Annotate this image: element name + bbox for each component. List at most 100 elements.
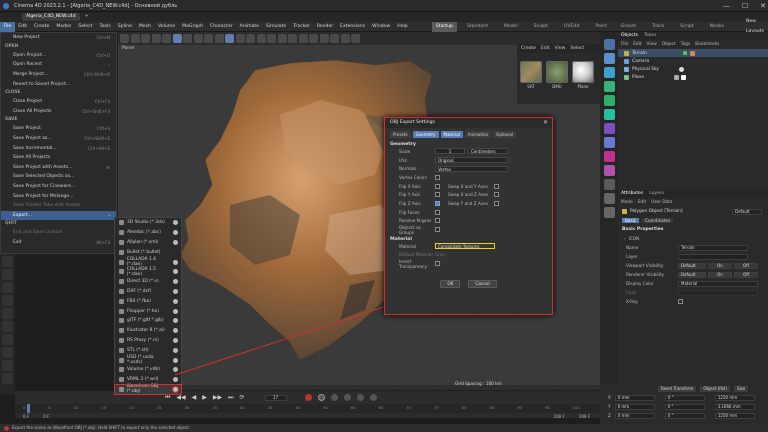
menu-item-exit[interactable]: Exit Alt+F4 (1, 238, 116, 248)
subtab-basic[interactable]: Basic (622, 218, 640, 223)
material-dropdown[interactable]: Consolidate Textures (435, 243, 495, 250)
new-tab-button[interactable]: + (81, 13, 93, 21)
material-menu-edit[interactable]: Edit (541, 46, 550, 51)
brush-icon[interactable] (2, 321, 13, 332)
menu-item-close-project[interactable]: Close Project Ctrl+F4 (1, 97, 116, 107)
menu-item-new-project[interactable]: New Project Ctrl+N (1, 33, 116, 43)
camera-icon[interactable] (340, 34, 350, 43)
scene-icon[interactable] (603, 179, 615, 190)
layer-field[interactable] (678, 253, 748, 260)
menu-item-close-all[interactable]: Close All Projects Ctrl+Shift+F4 (1, 107, 116, 117)
menu-character[interactable]: Character (206, 22, 236, 32)
menu-item-open-project[interactable]: Open Project... Ctrl+O (1, 51, 116, 61)
subdivision-icon[interactable] (298, 34, 308, 43)
material-thumb-sat[interactable] (520, 61, 542, 83)
timeline-current-field[interactable]: 0 F (43, 414, 49, 419)
tab-objects[interactable]: Objects (621, 32, 638, 40)
menu-item-save-melange[interactable]: Save Project for Melange... (1, 191, 116, 201)
menu-item-revert[interactable]: Revert to Saved Project... (1, 79, 116, 89)
maximize-button[interactable]: ☐ (742, 2, 748, 10)
attr-menu-userdata[interactable]: User Data (651, 200, 672, 205)
scale-unit-dropdown[interactable]: Centimeters (468, 148, 508, 155)
key-position-icon[interactable] (343, 394, 351, 401)
menu-select[interactable]: Select (75, 22, 96, 32)
groups-checkbox[interactable] (435, 227, 440, 233)
layout-sculpt[interactable]: Sculpt (530, 22, 552, 32)
menu-volume[interactable]: Volume (155, 22, 179, 32)
scale-left-icon[interactable] (2, 282, 13, 293)
scale-input[interactable]: 1 (435, 148, 465, 155)
renderer-visibility-off[interactable]: Off (734, 271, 758, 278)
menu-extensions[interactable]: Extensions (337, 22, 369, 32)
attr-icon-row[interactable]: › ICON (618, 234, 768, 243)
menu-window[interactable]: Window (369, 22, 394, 32)
file-tab-algeria[interactable]: Algeria_C4D_NEW.c4d (22, 13, 80, 21)
renderer-visibility-default[interactable]: Default (678, 271, 706, 278)
viewport-visibility-default[interactable]: Default (678, 262, 706, 269)
hair-icon[interactable] (603, 165, 615, 176)
objects-menu-object[interactable]: Object (662, 42, 676, 47)
pen-icon[interactable] (288, 34, 297, 43)
move-left-icon[interactable] (2, 269, 13, 280)
field-icon[interactable] (603, 137, 615, 148)
gear-icon[interactable] (173, 259, 178, 265)
display-color-dropdown[interactable]: Material (678, 280, 758, 287)
plane-tag-icon[interactable] (674, 74, 680, 80)
menu-help[interactable]: Help (394, 22, 411, 32)
size-z-field[interactable]: 1250 mm (714, 412, 755, 419)
menu-item-save-cineware[interactable]: Save Project for Cineware... (1, 182, 116, 192)
loop-icon[interactable]: ⟳ (240, 394, 245, 401)
timeline-max-field[interactable]: 100 F (579, 414, 590, 419)
default-material-value[interactable]: Gray (435, 252, 445, 257)
flip-z-checkbox[interactable] (435, 200, 440, 206)
layout-model[interactable]: Model (500, 22, 522, 32)
layout-uvedit[interactable]: UVEdit (560, 22, 583, 32)
render-settings-icon[interactable] (267, 34, 276, 43)
volume-icon[interactable] (603, 151, 615, 162)
close-window-button[interactable]: ✕ (760, 2, 766, 10)
layout-paint[interactable]: Paint (591, 22, 610, 32)
menu-item-save-incremental[interactable]: Save Incremental... Ctrl+Alt+S (1, 143, 116, 153)
export-dxf[interactable]: DXF (*.dxf) (115, 287, 181, 297)
menu-item-exit-save-license[interactable]: Exit and Save License (1, 228, 116, 238)
keyframe-selection-icon[interactable] (330, 394, 338, 401)
color-field[interactable] (678, 289, 758, 296)
material-menu-select[interactable]: Select (570, 46, 584, 51)
tab-takes[interactable]: Takes (644, 32, 656, 40)
renderer-visibility-on[interactable]: On (708, 271, 732, 278)
cube-icon[interactable] (277, 34, 287, 43)
flip-y-checkbox[interactable] (435, 192, 440, 198)
dialog-tab-presets[interactable]: Presets (390, 131, 411, 138)
rot-z-field[interactable]: 0 ° (664, 412, 705, 419)
cube-primitive-icon[interactable] (603, 39, 615, 50)
light-icon[interactable] (351, 34, 360, 43)
menu-item-save-tracker[interactable]: Save Tracker Take with Assets (1, 201, 116, 211)
record-icon[interactable] (304, 394, 312, 401)
dialog-tab-material[interactable]: Material (440, 131, 463, 138)
cancel-button[interactable]: Cancel (468, 279, 497, 288)
menu-tools[interactable]: Tools (96, 22, 114, 32)
texture-mode-icon[interactable] (225, 34, 234, 43)
attr-menu-mode[interactable]: Mode (621, 200, 633, 205)
scale-tool-icon[interactable] (162, 34, 171, 43)
layout-standard[interactable]: Standard (463, 22, 492, 32)
snap-icon[interactable] (235, 34, 245, 43)
menu-item-save-project[interactable]: Save Project Ctrl+S (1, 124, 116, 134)
objects-menu-tags[interactable]: Tags (681, 42, 691, 47)
dialog-tab-animation[interactable]: Animation (464, 131, 492, 138)
gear-icon[interactable] (173, 230, 178, 236)
cloner-tool-icon[interactable] (603, 95, 615, 106)
menu-item-save-with-assets[interactable]: Save Project with Assets... ⚙ (1, 163, 116, 173)
menu-modes[interactable]: Modes (53, 22, 75, 32)
ok-button[interactable]: OK (440, 279, 461, 288)
gear-icon[interactable] (172, 385, 179, 393)
spline-icon[interactable] (603, 53, 615, 64)
viewport-visibility-off[interactable]: Off (734, 262, 758, 269)
camera-object-icon[interactable] (603, 193, 615, 204)
coord-size-dropdown[interactable]: Size (733, 385, 749, 392)
layout-nodes[interactable]: Nodes (706, 22, 728, 32)
timeline-start-field[interactable]: 0 F (23, 414, 29, 419)
workplane-icon[interactable] (2, 347, 13, 358)
menu-file[interactable]: File (0, 21, 15, 32)
polygon-mode-icon[interactable] (214, 34, 224, 43)
